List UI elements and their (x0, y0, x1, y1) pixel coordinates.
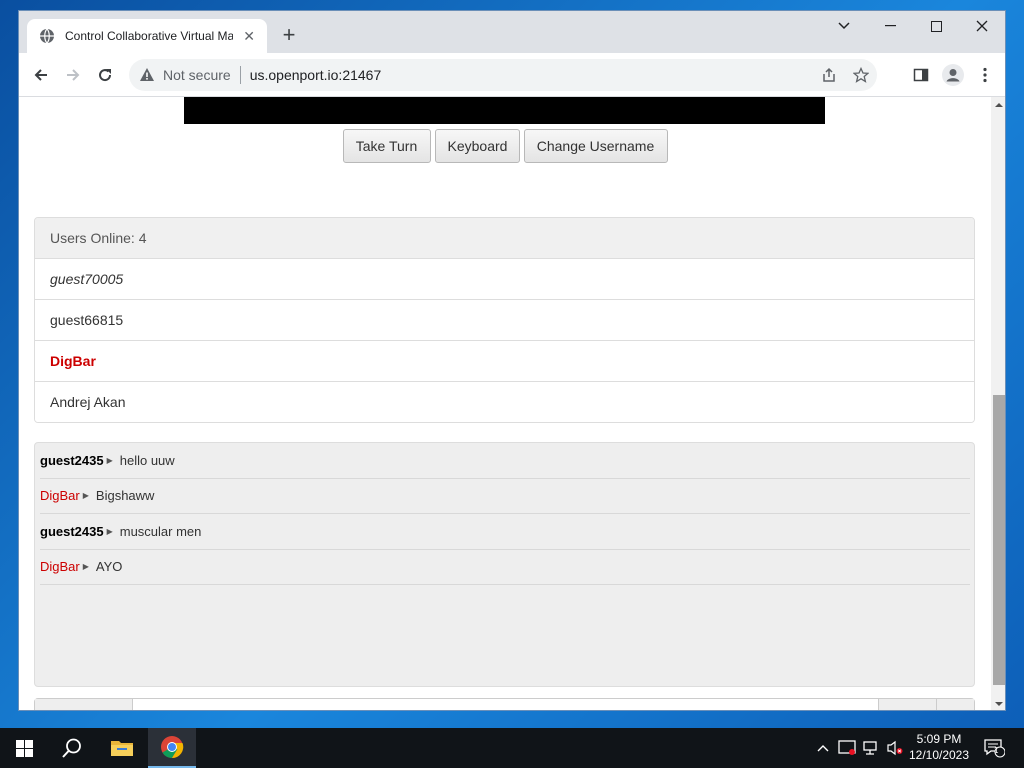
forward-arrow-icon[interactable] (59, 61, 87, 89)
arrow-right-icon: ▶ (106, 455, 113, 465)
vm-screen[interactable] (184, 97, 825, 124)
user-list-item: DigBar (35, 341, 974, 382)
network-icon[interactable] (860, 728, 882, 768)
chat-input-group (34, 698, 975, 710)
arrow-right-icon: ▶ (106, 526, 113, 536)
arrow-right-icon: ▶ (82, 562, 89, 572)
file-explorer-icon[interactable] (98, 728, 146, 768)
system-clock[interactable]: 5:09 PM 12/10/2023 (902, 731, 976, 765)
chat-username: guest2435 (40, 452, 104, 468)
user-list-item: guest70005 (35, 259, 974, 300)
notification-center-icon[interactable]: 1 (980, 728, 1008, 768)
chat-message: guest2435 ▶ muscular men (40, 514, 970, 550)
chat-text: muscular men (119, 523, 202, 539)
share-icon[interactable] (813, 67, 845, 83)
globe-icon (40, 28, 54, 44)
new-tab-button[interactable]: + (277, 24, 301, 48)
chevron-up-icon[interactable] (812, 728, 834, 768)
scrollbar-thumb[interactable] (993, 395, 1005, 685)
take-turn-button[interactable]: Take Turn (342, 129, 431, 163)
page-viewport: Take Turn Keyboard Change Username Users… (19, 97, 991, 710)
tab-search-icon[interactable] (821, 11, 867, 41)
maximize-icon[interactable] (913, 11, 959, 41)
arrow-right-icon: ▶ (82, 491, 89, 501)
users-online-panel: Users Online: 4 guest70005 guest66815 Di… (34, 217, 975, 423)
send-button[interactable] (878, 699, 936, 710)
scroll-up-arrow-icon[interactable] (991, 97, 1005, 113)
tab-active[interactable]: Control Collaborative Virtual Ma ✕ (27, 19, 267, 53)
security-label[interactable]: Not secure (163, 67, 231, 83)
page-scrollbar[interactable] (991, 97, 1005, 710)
chat-text: hello uuw (119, 452, 175, 468)
chat-message: DigBar ▶ AYO (40, 550, 970, 585)
search-icon[interactable] (48, 728, 96, 768)
side-panel-icon[interactable] (907, 61, 935, 89)
browser-toolbar: Not secure us.openport.io:21467 (19, 53, 1005, 97)
chrome-taskbar-icon[interactable] (148, 728, 196, 768)
tab-close-icon[interactable]: ✕ (241, 28, 257, 45)
chat-message: guest2435 ▶ hello uuw (40, 443, 970, 479)
chat-username-addon (35, 699, 133, 710)
minimize-icon[interactable] (867, 11, 913, 41)
chat-username: guest2435 (40, 523, 104, 539)
taskbar: 5:09 PM 12/10/2023 1 (0, 728, 1024, 768)
chat-username: DigBar (40, 559, 80, 575)
windows-start-icon[interactable] (0, 728, 48, 768)
back-arrow-icon[interactable] (27, 61, 55, 89)
keyboard-button[interactable]: Keyboard (434, 129, 520, 163)
chat-panel: guest2435 ▶ hello uuw DigBar ▶ Bigshaww … (34, 442, 975, 687)
clock-date: 12/10/2023 (908, 748, 970, 762)
chat-text: AYO (95, 559, 123, 575)
warning-icon[interactable] (139, 67, 155, 83)
vm-button-row: Take Turn Keyboard Change Username (19, 129, 991, 163)
user-list-item: Andrej Akan (35, 382, 974, 422)
browser-window: Control Collaborative Virtual Ma ✕ + Not… (18, 10, 1006, 711)
separator (239, 66, 241, 84)
chat-username: DigBar (40, 488, 80, 504)
reload-icon[interactable] (91, 61, 119, 89)
chat-text: Bigshaww (95, 488, 155, 504)
tab-title: Control Collaborative Virtual Ma (65, 29, 234, 43)
chat-message: DigBar ▶ Bigshaww (40, 479, 970, 514)
url-text[interactable]: us.openport.io:21467 (250, 67, 382, 83)
profile-avatar-icon[interactable] (939, 61, 967, 89)
clock-time: 5:09 PM (916, 732, 962, 746)
defender-icon[interactable] (836, 728, 858, 768)
menu-kebab-icon[interactable] (971, 61, 999, 89)
users-online-header: Users Online: 4 (35, 218, 974, 259)
user-list-item: guest66815 (35, 300, 974, 341)
tab-strip: Control Collaborative Virtual Ma ✕ + (19, 11, 1005, 53)
scroll-down-arrow-icon[interactable] (991, 696, 1005, 710)
change-username-button[interactable]: Change Username (523, 129, 668, 163)
notification-count: 1 (994, 746, 999, 755)
address-bar[interactable]: Not secure us.openport.io:21467 (129, 59, 877, 91)
close-window-icon[interactable] (959, 11, 1005, 41)
chat-extra-button[interactable] (936, 699, 974, 710)
bookmark-star-icon[interactable] (845, 67, 877, 83)
